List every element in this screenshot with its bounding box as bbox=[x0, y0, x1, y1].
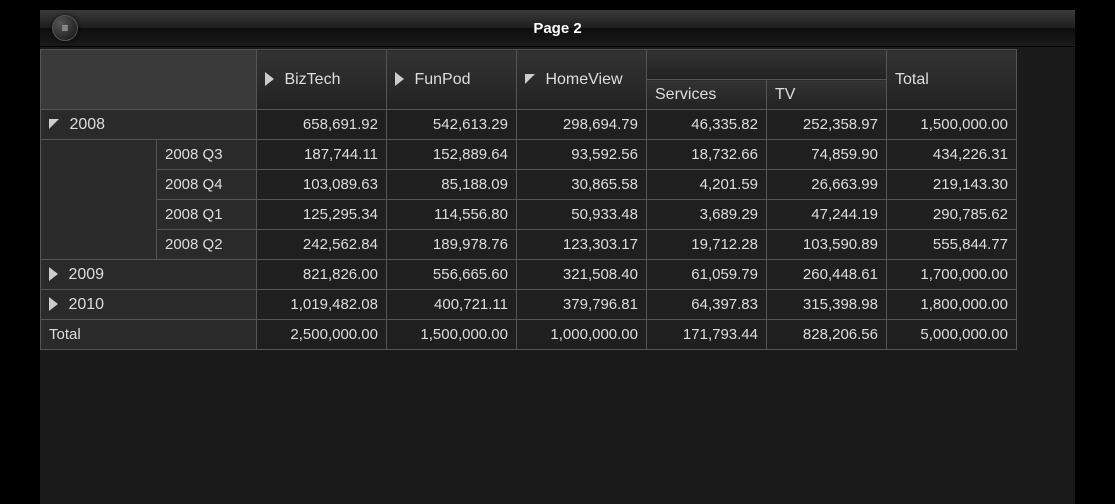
cell: 556,665.60 bbox=[387, 260, 517, 290]
row-header-2008-q2[interactable]: 2008 Q2 bbox=[157, 230, 257, 260]
cell: 189,978.76 bbox=[387, 230, 517, 260]
cell: 123,303.17 bbox=[517, 230, 647, 260]
cell: 61,059.79 bbox=[647, 260, 767, 290]
expand-icon bbox=[49, 267, 58, 281]
row-2008: 2008 658,691.92 542,613.29 298,694.79 46… bbox=[41, 110, 1017, 140]
row-2008-q1: 2008 Q1 125,295.34 114,556.80 50,933.48 … bbox=[41, 200, 1017, 230]
collapse-icon bbox=[525, 74, 535, 84]
expand-icon bbox=[395, 72, 404, 86]
row-header-total: Total bbox=[41, 320, 257, 350]
col-label: FunPod bbox=[414, 71, 470, 88]
page-title: Page 2 bbox=[40, 20, 1075, 37]
cell: 103,089.63 bbox=[257, 170, 387, 200]
col-homeview[interactable]: HomeView bbox=[517, 50, 647, 110]
cell: 114,556.80 bbox=[387, 200, 517, 230]
cell: 74,859.90 bbox=[767, 140, 887, 170]
row-header-2009[interactable]: 2009 bbox=[41, 260, 257, 290]
cell: 171,793.44 bbox=[647, 320, 767, 350]
cell: 46,335.82 bbox=[647, 110, 767, 140]
cell: 4,201.59 bbox=[647, 170, 767, 200]
cell: 821,826.00 bbox=[257, 260, 387, 290]
cell: 2,500,000.00 bbox=[257, 320, 387, 350]
cell: 434,226.31 bbox=[887, 140, 1017, 170]
cell: 298,694.79 bbox=[517, 110, 647, 140]
cell: 50,933.48 bbox=[517, 200, 647, 230]
cell: 290,785.62 bbox=[887, 200, 1017, 230]
device-frame: ≡ Page 2 BizTech FunPod HomeView bbox=[0, 0, 1115, 504]
cell: 260,448.61 bbox=[767, 260, 887, 290]
cell: 93,592.56 bbox=[517, 140, 647, 170]
cell: 152,889.64 bbox=[387, 140, 517, 170]
cell: 252,358.97 bbox=[767, 110, 887, 140]
title-bar: ≡ Page 2 bbox=[40, 10, 1075, 47]
cell: 242,562.84 bbox=[257, 230, 387, 260]
row-2008-q4: 2008 Q4 103,089.63 85,188.09 30,865.58 4… bbox=[41, 170, 1017, 200]
row-label: 2010 bbox=[68, 296, 104, 313]
screen: ≡ Page 2 BizTech FunPod HomeView bbox=[40, 10, 1075, 504]
collapse-icon bbox=[49, 119, 59, 129]
menu-button[interactable]: ≡ bbox=[52, 15, 78, 41]
cell: 315,398.98 bbox=[767, 290, 887, 320]
col-services[interactable]: Services bbox=[647, 80, 767, 110]
cell: 555,844.77 bbox=[887, 230, 1017, 260]
expand-icon bbox=[49, 297, 58, 311]
cell: 542,613.29 bbox=[387, 110, 517, 140]
col-homeview-children bbox=[647, 50, 887, 80]
expand-icon bbox=[265, 72, 274, 86]
menu-icon: ≡ bbox=[61, 21, 68, 35]
col-total: Total bbox=[887, 50, 1017, 110]
cell: 3,689.29 bbox=[647, 200, 767, 230]
cell: 30,865.58 bbox=[517, 170, 647, 200]
cell: 1,000,000.00 bbox=[517, 320, 647, 350]
row-2008-q2: 2008 Q2 242,562.84 189,978.76 123,303.17… bbox=[41, 230, 1017, 260]
row-label: 2009 bbox=[68, 266, 104, 283]
row-header-2010[interactable]: 2010 bbox=[41, 290, 257, 320]
cell: 828,206.56 bbox=[767, 320, 887, 350]
cell: 1,019,482.08 bbox=[257, 290, 387, 320]
cell: 379,796.81 bbox=[517, 290, 647, 320]
cell: 18,732.66 bbox=[647, 140, 767, 170]
row-2010: 2010 1,019,482.08 400,721.11 379,796.81 … bbox=[41, 290, 1017, 320]
col-biztech[interactable]: BizTech bbox=[257, 50, 387, 110]
cell: 1,700,000.00 bbox=[887, 260, 1017, 290]
col-label: HomeView bbox=[545, 71, 622, 88]
row-2008-q3: 2008 Q3 187,744.11 152,889.64 93,592.56 … bbox=[41, 140, 1017, 170]
cell: 64,397.83 bbox=[647, 290, 767, 320]
row-header-2008-q1[interactable]: 2008 Q1 bbox=[157, 200, 257, 230]
cell: 85,188.09 bbox=[387, 170, 517, 200]
cell: 125,295.34 bbox=[257, 200, 387, 230]
pivot-table: BizTech FunPod HomeView Total Services T… bbox=[40, 49, 1017, 350]
row-2009: 2009 821,826.00 556,665.60 321,508.40 61… bbox=[41, 260, 1017, 290]
cell: 26,663.99 bbox=[767, 170, 887, 200]
cell: 1,500,000.00 bbox=[387, 320, 517, 350]
cell: 47,244.19 bbox=[767, 200, 887, 230]
row-label: 2008 bbox=[69, 116, 105, 133]
cell: 658,691.92 bbox=[257, 110, 387, 140]
row-header-2008-q3[interactable]: 2008 Q3 bbox=[157, 140, 257, 170]
col-label: Services bbox=[655, 86, 716, 103]
cell: 1,500,000.00 bbox=[887, 110, 1017, 140]
col-funpod[interactable]: FunPod bbox=[387, 50, 517, 110]
row-header-2008-q4[interactable]: 2008 Q4 bbox=[157, 170, 257, 200]
row-grand-total: Total 2,500,000.00 1,500,000.00 1,000,00… bbox=[41, 320, 1017, 350]
cell: 1,800,000.00 bbox=[887, 290, 1017, 320]
cell: 19,712.28 bbox=[647, 230, 767, 260]
cell: 103,590.89 bbox=[767, 230, 887, 260]
cell: 321,508.40 bbox=[517, 260, 647, 290]
row-header-2008[interactable]: 2008 bbox=[41, 110, 257, 140]
cell: 219,143.30 bbox=[887, 170, 1017, 200]
column-header-row-1: BizTech FunPod HomeView Total bbox=[41, 50, 1017, 80]
col-tv[interactable]: TV bbox=[767, 80, 887, 110]
col-label: TV bbox=[775, 86, 795, 103]
cell: 400,721.11 bbox=[387, 290, 517, 320]
cell: 187,744.11 bbox=[257, 140, 387, 170]
cell: 5,000,000.00 bbox=[887, 320, 1017, 350]
col-label: Total bbox=[895, 71, 929, 88]
pivot-corner bbox=[41, 50, 257, 110]
col-label: BizTech bbox=[284, 71, 340, 88]
row-header-2008-spacer bbox=[41, 140, 157, 260]
